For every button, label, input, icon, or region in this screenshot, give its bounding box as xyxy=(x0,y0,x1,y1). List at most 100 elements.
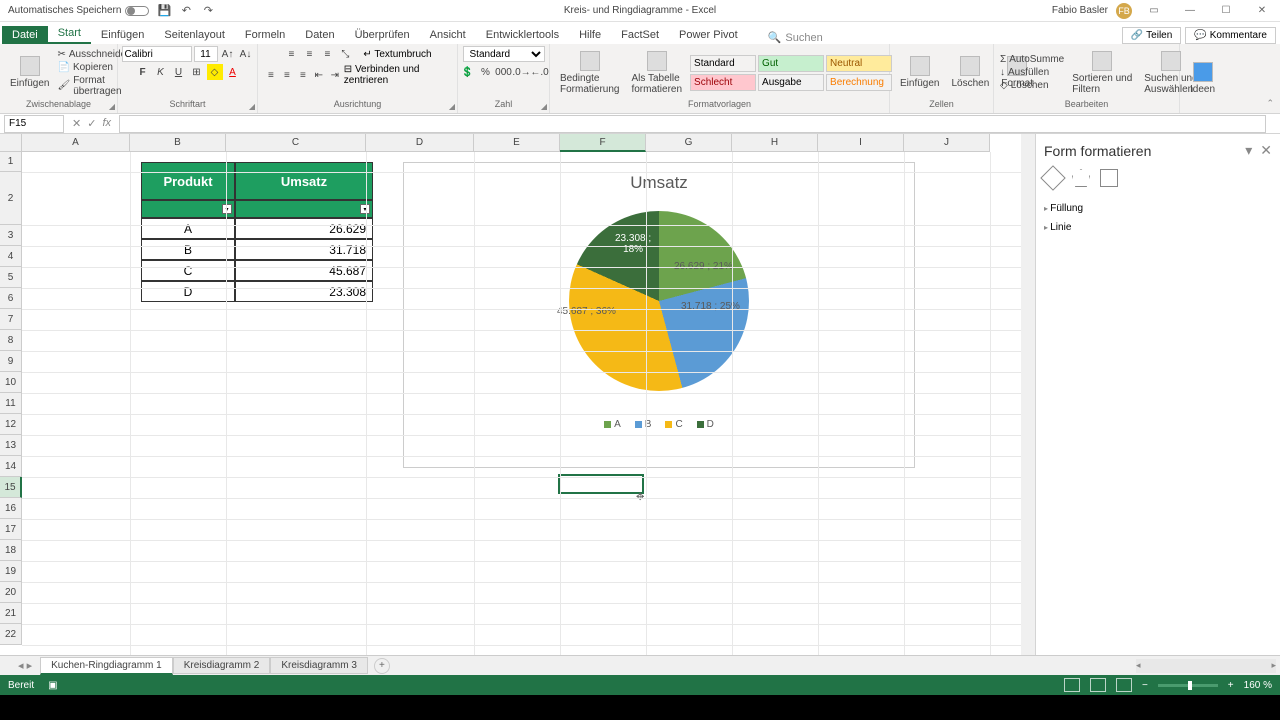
row-header-16[interactable]: 16 xyxy=(0,498,22,519)
col-header-A[interactable]: A xyxy=(22,134,130,152)
cancel-formula-icon[interactable]: ✕ xyxy=(72,117,81,130)
font-color-button[interactable]: A xyxy=(225,64,241,80)
underline-button[interactable]: U xyxy=(171,64,187,80)
user-name[interactable]: Fabio Basler xyxy=(1052,5,1108,16)
row-header-12[interactable]: 12 xyxy=(0,414,22,435)
zoom-in-icon[interactable]: + xyxy=(1228,680,1234,691)
maximize-icon[interactable]: ☐ xyxy=(1212,1,1240,21)
pie-chart[interactable]: Umsatz 26.629 ; 21% 31.718 ; 25% 45.687 … xyxy=(403,162,915,468)
minimize-icon[interactable]: — xyxy=(1176,1,1204,21)
fill-line-icon[interactable] xyxy=(1040,165,1065,190)
dec-decimal-icon[interactable]: ←.0 xyxy=(532,64,548,80)
align-right-icon[interactable]: ≡ xyxy=(296,67,310,83)
col-header-J[interactable]: J xyxy=(904,134,990,152)
pane-fill[interactable]: Füllung xyxy=(1044,199,1272,218)
row-header-3[interactable]: 3 xyxy=(0,225,22,246)
row-header-15[interactable]: 15 xyxy=(0,477,22,498)
tab-file[interactable]: Datei xyxy=(2,26,48,44)
table-cell[interactable]: 45.687 xyxy=(235,260,373,281)
save-icon[interactable]: 💾 xyxy=(157,4,171,18)
ribbon-options-icon[interactable]: ▭ xyxy=(1140,1,1168,21)
row-header-4[interactable]: 4 xyxy=(0,246,22,267)
name-box[interactable] xyxy=(4,115,64,133)
page-break-view-icon[interactable] xyxy=(1116,678,1132,692)
table-cell[interactable]: B xyxy=(141,239,235,260)
table-cell[interactable]: C xyxy=(141,260,235,281)
zoom-slider[interactable] xyxy=(1158,684,1218,687)
style-standard[interactable]: Standard xyxy=(690,55,756,72)
indent-inc-icon[interactable]: ⇥ xyxy=(328,67,342,83)
tab-powerpivot[interactable]: Power Pivot xyxy=(669,26,748,44)
currency-icon[interactable]: 💲 xyxy=(460,64,476,80)
undo-icon[interactable]: ↶ xyxy=(179,4,193,18)
number-format-select[interactable]: Standard xyxy=(463,46,545,62)
page-layout-view-icon[interactable] xyxy=(1090,678,1106,692)
pane-close-icon[interactable]: ✕ xyxy=(1260,142,1272,159)
merge-button[interactable]: ⊟ Verbinden und zentrieren xyxy=(344,64,451,86)
row-header-8[interactable]: 8 xyxy=(0,330,22,351)
filter-umsatz-button[interactable]: ▾ xyxy=(360,204,370,214)
clear-button[interactable]: ◇ Löschen xyxy=(1000,80,1064,91)
row-header-5[interactable]: 5 xyxy=(0,267,22,288)
tab-formeln[interactable]: Formeln xyxy=(235,26,295,44)
table-cell[interactable]: 31.718 xyxy=(235,239,373,260)
row-header-2[interactable]: 2 xyxy=(0,172,22,225)
fx-icon[interactable]: fx xyxy=(102,117,111,130)
autosum-button[interactable]: Σ AutoSumme xyxy=(1000,54,1064,65)
align-bottom-icon[interactable]: ≡ xyxy=(319,46,335,62)
tab-seitenlayout[interactable]: Seitenlayout xyxy=(154,26,235,44)
col-header-G[interactable]: G xyxy=(646,134,732,152)
row-header-20[interactable]: 20 xyxy=(0,582,22,603)
percent-icon[interactable]: % xyxy=(478,64,494,80)
row-header-1[interactable]: 1 xyxy=(0,152,22,172)
bold-button[interactable]: F xyxy=(135,64,151,80)
row-header-6[interactable]: 6 xyxy=(0,288,22,309)
horizontal-scrollbar[interactable]: ◂▸ xyxy=(1136,659,1276,673)
shrink-font-icon[interactable]: A↓ xyxy=(238,46,254,62)
tab-factset[interactable]: FactSet xyxy=(611,26,669,44)
dialog-launcher-icon[interactable]: ◢ xyxy=(449,102,455,111)
sheet-tab-3[interactable]: Kreisdiagramm 3 xyxy=(270,657,368,674)
zoom-out-icon[interactable]: − xyxy=(1142,680,1148,691)
row-header-18[interactable]: 18 xyxy=(0,540,22,561)
sheet-tab-2[interactable]: Kreisdiagramm 2 xyxy=(173,657,271,674)
row-header-10[interactable]: 10 xyxy=(0,372,22,393)
ideas-button[interactable]: Ideen xyxy=(1186,60,1219,97)
wrap-text-button[interactable]: ↵ Textumbruch xyxy=(363,49,431,60)
table-cell[interactable]: A xyxy=(141,218,235,239)
table-cell[interactable]: D xyxy=(141,281,235,302)
italic-button[interactable]: K xyxy=(153,64,169,80)
grow-font-icon[interactable]: A↑ xyxy=(220,46,236,62)
delete-cells-button[interactable]: Löschen xyxy=(947,54,993,91)
tab-start[interactable]: Start xyxy=(48,24,91,44)
filter-produkt-button[interactable]: ▾ xyxy=(222,204,232,214)
col-header-H[interactable]: H xyxy=(732,134,818,152)
autosave-toggle[interactable]: Automatisches Speichern xyxy=(8,5,149,16)
align-middle-icon[interactable]: ≡ xyxy=(301,46,317,62)
tab-daten[interactable]: Daten xyxy=(295,26,344,44)
fill-button[interactable]: ↓ Ausfüllen xyxy=(1000,67,1064,78)
border-button[interactable]: ⊞ xyxy=(189,64,205,80)
sheet-nav-icon[interactable]: ◂ ▸ xyxy=(18,659,32,672)
accept-formula-icon[interactable]: ✓ xyxy=(87,117,96,130)
style-neutral[interactable]: Neutral xyxy=(826,55,892,72)
style-schlecht[interactable]: Schlecht xyxy=(690,74,756,91)
select-all-corner[interactable] xyxy=(0,134,22,152)
comments-button[interactable]: 💬 Kommentare xyxy=(1185,27,1276,44)
zoom-level[interactable]: 160 % xyxy=(1244,680,1272,691)
style-berechnung[interactable]: Berechnung xyxy=(826,74,892,91)
sort-filter-button[interactable]: Sortieren und Filtern xyxy=(1068,49,1136,97)
align-top-icon[interactable]: ≡ xyxy=(283,46,299,62)
collapse-ribbon-icon[interactable]: ⌃ xyxy=(1266,98,1274,109)
user-avatar[interactable]: FB xyxy=(1116,3,1132,19)
normal-view-icon[interactable] xyxy=(1064,678,1080,692)
vertical-scrollbar[interactable] xyxy=(1021,134,1035,655)
font-size-select[interactable] xyxy=(194,46,218,62)
insert-cells-button[interactable]: Einfügen xyxy=(896,54,943,91)
row-header-7[interactable]: 7 xyxy=(0,309,22,330)
row-header-17[interactable]: 17 xyxy=(0,519,22,540)
tab-hilfe[interactable]: Hilfe xyxy=(569,26,611,44)
indent-dec-icon[interactable]: ⇤ xyxy=(312,67,326,83)
row-header-13[interactable]: 13 xyxy=(0,435,22,456)
tab-ueberpruefen[interactable]: Überprüfen xyxy=(345,26,420,44)
